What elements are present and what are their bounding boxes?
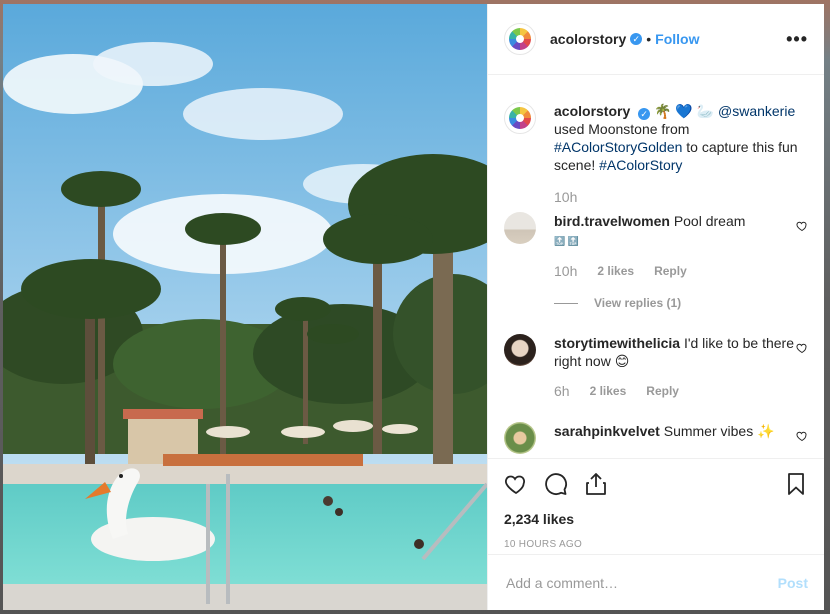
caption: acolorstory ✓ 🌴 💙 🦢 @swankerie used Moon… (504, 102, 808, 206)
post-details-panel: acolorstory ✓ • Follow ••• acolorstory ✓… (487, 4, 824, 610)
comment-time[interactable]: 10h (554, 262, 577, 280)
comment-body: sarahpinkvelvet Summer vibes ✨ (554, 422, 794, 454)
comment-username[interactable]: storytimewithelicia (554, 335, 680, 351)
hashtag-link[interactable]: #AColorStoryGolden (554, 139, 682, 155)
comment-username[interactable]: bird.travelwomen (554, 213, 670, 229)
comments-list[interactable]: acolorstory ✓ 🌴 💙 🦢 @swankerie used Moon… (488, 75, 824, 458)
caption-body: acolorstory ✓ 🌴 💙 🦢 @swankerie used Moon… (554, 102, 808, 206)
acolorstory-logo (509, 107, 531, 129)
caption-time[interactable]: 10h (554, 188, 577, 206)
comment-likes[interactable]: 2 likes (590, 382, 627, 400)
reply-button[interactable]: Reply (646, 382, 679, 400)
comment-emojis: 🔝 🔝 (554, 236, 579, 246)
commenter-avatar[interactable] (504, 212, 536, 244)
post-photo[interactable] (3, 4, 487, 610)
comment-text: Pool dream (673, 213, 746, 229)
caption-avatar[interactable] (504, 102, 536, 134)
more-options-icon[interactable]: ••• (786, 29, 808, 50)
comment-body: bird.travelwomen Pool dream 🔝 🔝 10h 2 li… (554, 212, 794, 312)
verified-badge-icon: ✓ (630, 33, 643, 45)
verified-badge-icon: ✓ (638, 108, 651, 120)
reply-button[interactable]: Reply (654, 262, 687, 280)
view-replies-button[interactable]: View replies (1) (554, 294, 794, 312)
like-comment-heart-icon[interactable] (796, 342, 808, 354)
bookmark-icon[interactable] (784, 472, 808, 496)
add-comment-bar: Post (488, 554, 824, 610)
view-replies-label: View replies (1) (594, 296, 682, 310)
hashtag-link[interactable]: #AColorStory (599, 157, 682, 173)
comment-body: storytimewithelicia I'd like to be there… (554, 334, 794, 400)
like-comment-heart-icon[interactable] (796, 430, 808, 442)
comment-item: storytimewithelicia I'd like to be there… (504, 334, 808, 400)
header-username[interactable]: acolorstory (550, 31, 626, 47)
comment-input[interactable] (504, 573, 778, 592)
account-avatar[interactable] (504, 23, 536, 55)
post-header: acolorstory ✓ • Follow ••• (488, 4, 824, 75)
replies-divider (554, 302, 578, 304)
post-modal: acolorstory ✓ • Follow ••• acolorstory ✓… (3, 4, 824, 610)
follow-button[interactable]: Follow (655, 31, 699, 47)
acolorstory-logo (509, 28, 531, 50)
comment-time[interactable]: 6h (554, 382, 570, 400)
commenter-avatar[interactable] (504, 334, 536, 366)
comment-item: sarahpinkvelvet Summer vibes ✨ (504, 422, 808, 454)
pool-scene-image (3, 4, 487, 610)
comment-item: bird.travelwomen Pool dream 🔝 🔝 10h 2 li… (504, 212, 808, 312)
action-icons (504, 459, 808, 509)
posted-time[interactable]: 10 HOURS AGO (504, 539, 808, 550)
like-comment-heart-icon[interactable] (796, 220, 808, 232)
comment-username[interactable]: sarahpinkvelvet (554, 423, 660, 439)
mention-link[interactable]: @swankerie (718, 103, 795, 119)
caption-text-1: used Moonstone from (554, 121, 690, 137)
caption-emojis: 🌴 💙 🦢 (654, 103, 715, 119)
post-comment-button[interactable]: Post (778, 575, 808, 591)
comment-likes[interactable]: 2 likes (597, 262, 634, 280)
likes-count[interactable]: 2,234 likes (504, 511, 808, 527)
separator-dot: • (646, 31, 652, 47)
post-actions: 2,234 likes 10 HOURS AGO (488, 458, 824, 554)
comment-icon[interactable] (544, 472, 568, 496)
commenter-avatar[interactable] (504, 422, 536, 454)
share-icon[interactable] (584, 472, 608, 496)
comment-text: Summer vibes ✨ (663, 423, 775, 439)
caption-username[interactable]: acolorstory (554, 103, 630, 119)
heart-icon[interactable] (504, 472, 528, 496)
